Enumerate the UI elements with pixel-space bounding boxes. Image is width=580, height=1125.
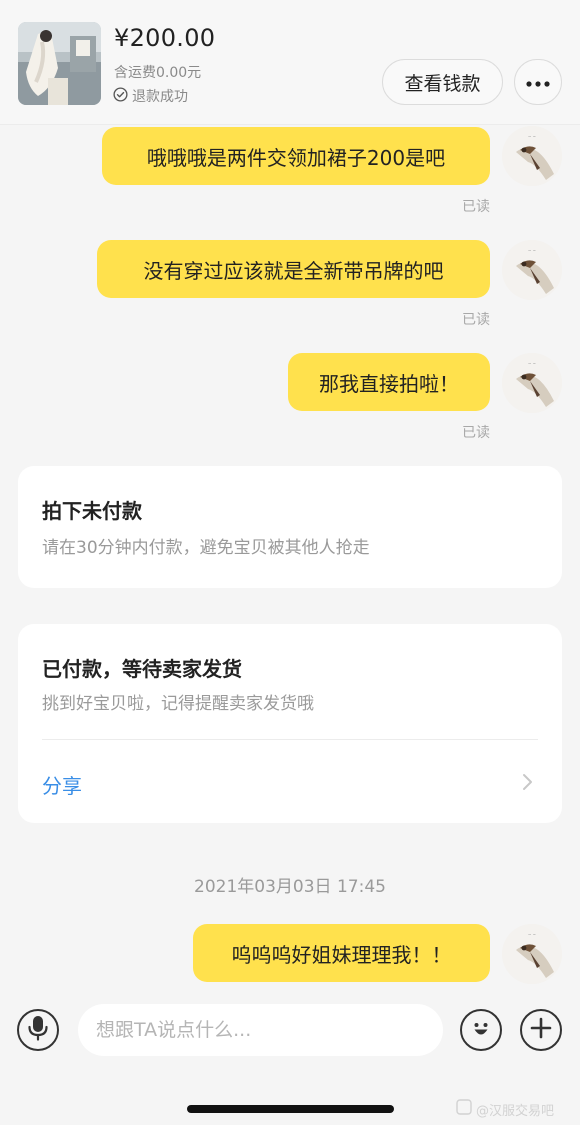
chat-bubble[interactable]: 没有穿过应该就是全新带吊牌的吧 — [97, 240, 490, 298]
card-subtitle: 挑到好宝贝啦，记得提醒卖家发货哦 — [42, 694, 314, 714]
chat-bubble[interactable]: 那我直接拍啦！ — [288, 353, 490, 411]
product-thumbnail[interactable] — [18, 22, 101, 105]
svg-text:~ ~: ~ ~ — [528, 932, 536, 937]
voice-button[interactable] — [17, 1009, 59, 1051]
shipping-fee: 含运费0.00元 — [114, 65, 202, 81]
card-subtitle: 请在30分钟内付款，避免宝贝被其他人抢走 — [42, 538, 370, 558]
share-link[interactable]: 分享 — [42, 770, 82, 799]
check-circle-icon — [113, 86, 128, 106]
emoji-button[interactable] — [460, 1009, 502, 1051]
view-money-button[interactable]: 查看钱款 — [382, 59, 503, 105]
chat-bubble[interactable]: 哦哦哦是两件交领加裙子200是吧 — [102, 127, 490, 185]
card-title: 拍下未付款 — [42, 499, 142, 523]
chat-bubble[interactable]: 呜呜呜好姐妹理理我！！ — [193, 924, 490, 982]
watermark-logo-icon — [456, 1099, 472, 1119]
read-receipt: 已读 — [462, 312, 490, 328]
more-dots-icon — [525, 73, 551, 92]
user-avatar[interactable]: ~ ~ — [502, 126, 562, 186]
more-button[interactable] — [514, 59, 562, 105]
read-receipt: 已读 — [462, 425, 490, 441]
user-avatar[interactable]: ~ ~ — [502, 924, 562, 984]
add-button[interactable] — [520, 1009, 562, 1051]
user-avatar[interactable]: ~ ~ — [502, 353, 562, 413]
watermark: @汉服交易吧 — [456, 1099, 554, 1119]
message-input[interactable] — [78, 1004, 443, 1056]
plus-icon — [529, 1016, 553, 1044]
microphone-icon — [27, 1015, 49, 1045]
svg-text:~ ~: ~ ~ — [528, 134, 536, 139]
paid-status-card: 已付款，等待卖家发货 挑到好宝贝啦，记得提醒卖家发货哦 分享 — [18, 624, 562, 823]
home-indicator — [187, 1105, 394, 1113]
read-receipt: 已读 — [462, 199, 490, 215]
watermark-text: @汉服交易吧 — [476, 1103, 555, 1119]
svg-text:~ ~: ~ ~ — [528, 248, 536, 253]
card-title: 已付款，等待卖家发货 — [42, 657, 242, 681]
order-header: ¥200.00 含运费0.00元 退款成功 查看钱款 — [0, 0, 580, 125]
refund-status-label: 退款成功 — [132, 89, 188, 105]
emoji-icon — [468, 1015, 494, 1045]
order-price: ¥200.00 — [114, 24, 216, 52]
card-divider — [42, 739, 538, 740]
user-avatar[interactable]: ~ ~ — [502, 240, 562, 300]
chat-timestamp: 2021年03月03日 17:45 — [194, 877, 386, 897]
refund-status: 退款成功 — [113, 86, 188, 106]
svg-text:~ ~: ~ ~ — [528, 361, 536, 366]
chevron-right-icon[interactable] — [520, 772, 534, 796]
unpaid-status-card: 拍下未付款 请在30分钟内付款，避免宝贝被其他人抢走 — [18, 466, 562, 588]
